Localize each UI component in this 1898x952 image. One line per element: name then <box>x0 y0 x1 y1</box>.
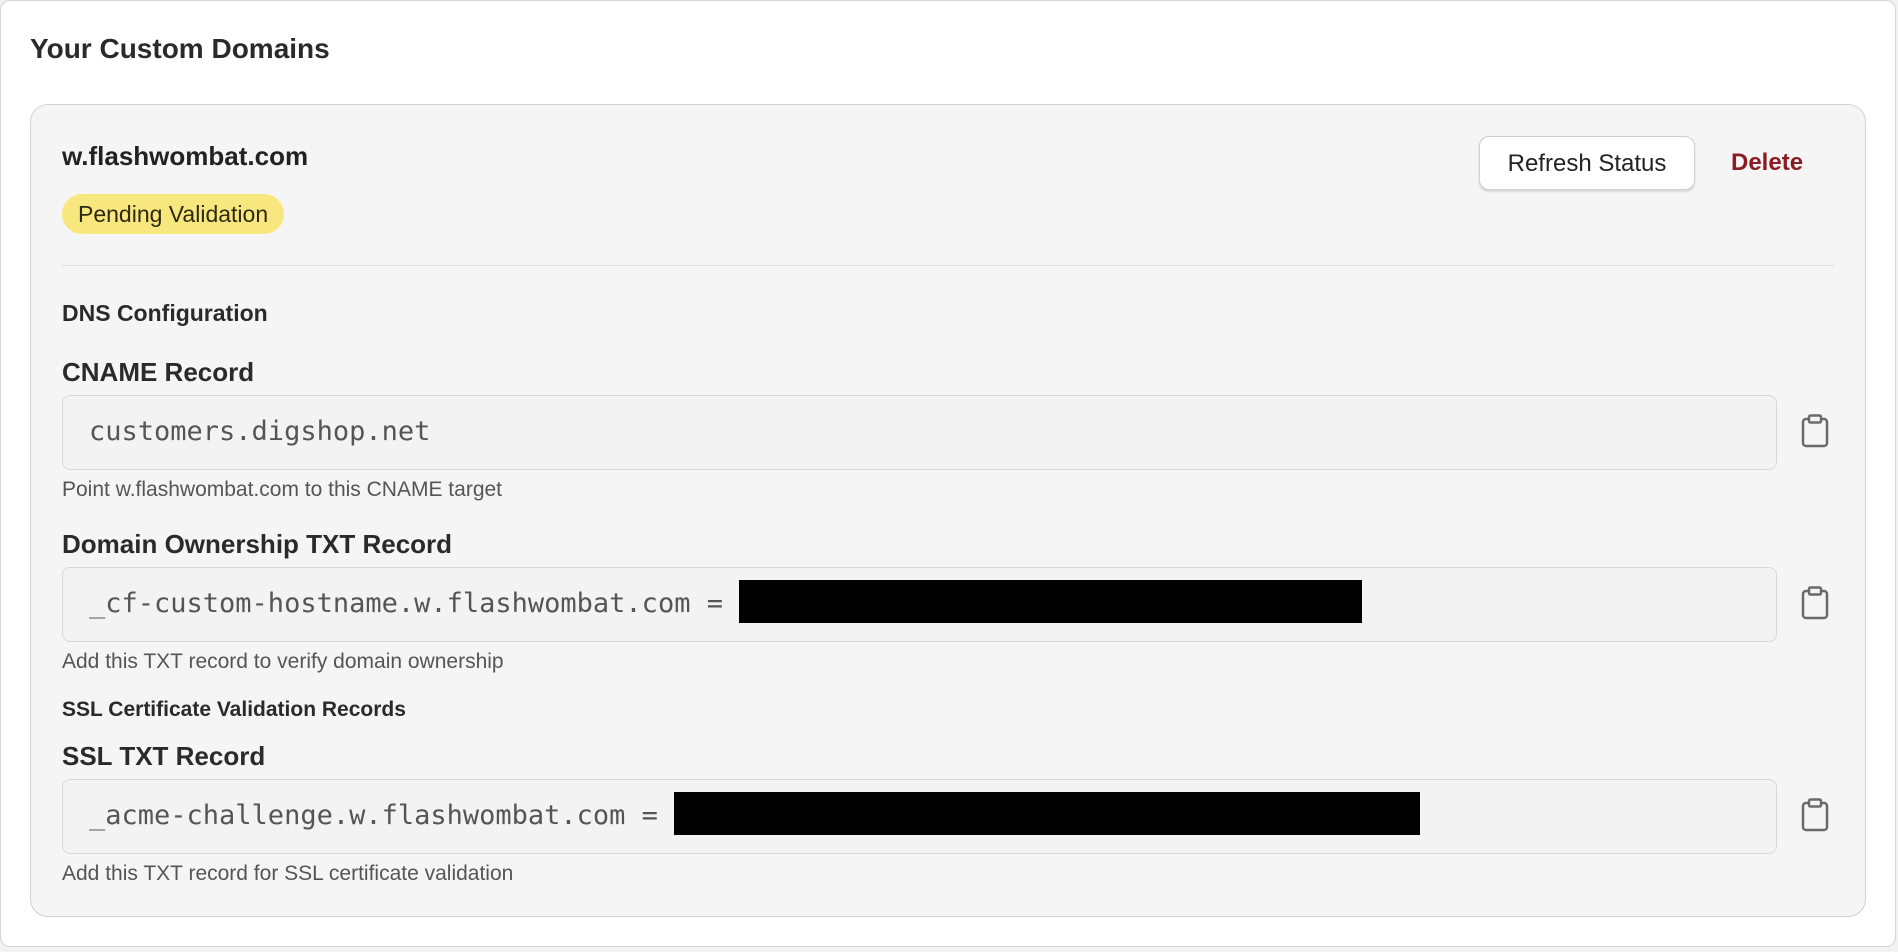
delete-button[interactable]: Delete <box>1731 136 1803 190</box>
ownership-txt-record-hint: Add this TXT record to verify domain own… <box>62 650 504 673</box>
ssl-txt-record-value[interactable]: _acme-challenge.w.flashwombat.com = <box>62 779 1777 854</box>
status-badge: Pending Validation <box>62 194 285 234</box>
page-title: Your Custom Domains <box>30 33 330 64</box>
clipboard-icon[interactable] <box>1800 798 1830 832</box>
ownership-txt-record-prefix: _cf-custom-hostname.w.flashwombat.com = <box>89 588 740 619</box>
divider <box>62 265 1834 266</box>
domain-card: w.flashwombat.com Pending Validation Ref… <box>30 104 1866 917</box>
clipboard-icon[interactable] <box>1800 586 1830 620</box>
refresh-status-button[interactable]: Refresh Status <box>1479 136 1695 190</box>
ssl-validation-heading: SSL Certificate Validation Records <box>62 698 406 721</box>
cname-record-hint: Point w.flashwombat.com to this CNAME ta… <box>62 478 503 501</box>
ssl-txt-record-label: SSL TXT Record <box>62 741 266 771</box>
custom-domains-panel: Your Custom Domains w.flashwombat.com Pe… <box>0 0 1896 947</box>
ssl-txt-record-hint: Add this TXT record for SSL certificate … <box>62 862 514 885</box>
clipboard-icon[interactable] <box>1800 414 1830 448</box>
cname-record-label: CNAME Record <box>62 357 255 387</box>
ownership-txt-record-value[interactable]: _cf-custom-hostname.w.flashwombat.com = <box>62 567 1777 642</box>
ownership-txt-record-label: Domain Ownership TXT Record <box>62 529 453 559</box>
ssl-txt-record-prefix: _acme-challenge.w.flashwombat.com = <box>89 800 675 831</box>
redacted-value <box>739 580 1363 623</box>
domain-name: w.flashwombat.com <box>62 141 309 171</box>
redacted-value <box>674 792 1421 835</box>
cname-record-value[interactable]: customers.digshop.net <box>62 395 1777 470</box>
dns-configuration-heading: DNS Configuration <box>62 300 268 326</box>
cname-record-text: customers.digshop.net <box>89 416 431 447</box>
